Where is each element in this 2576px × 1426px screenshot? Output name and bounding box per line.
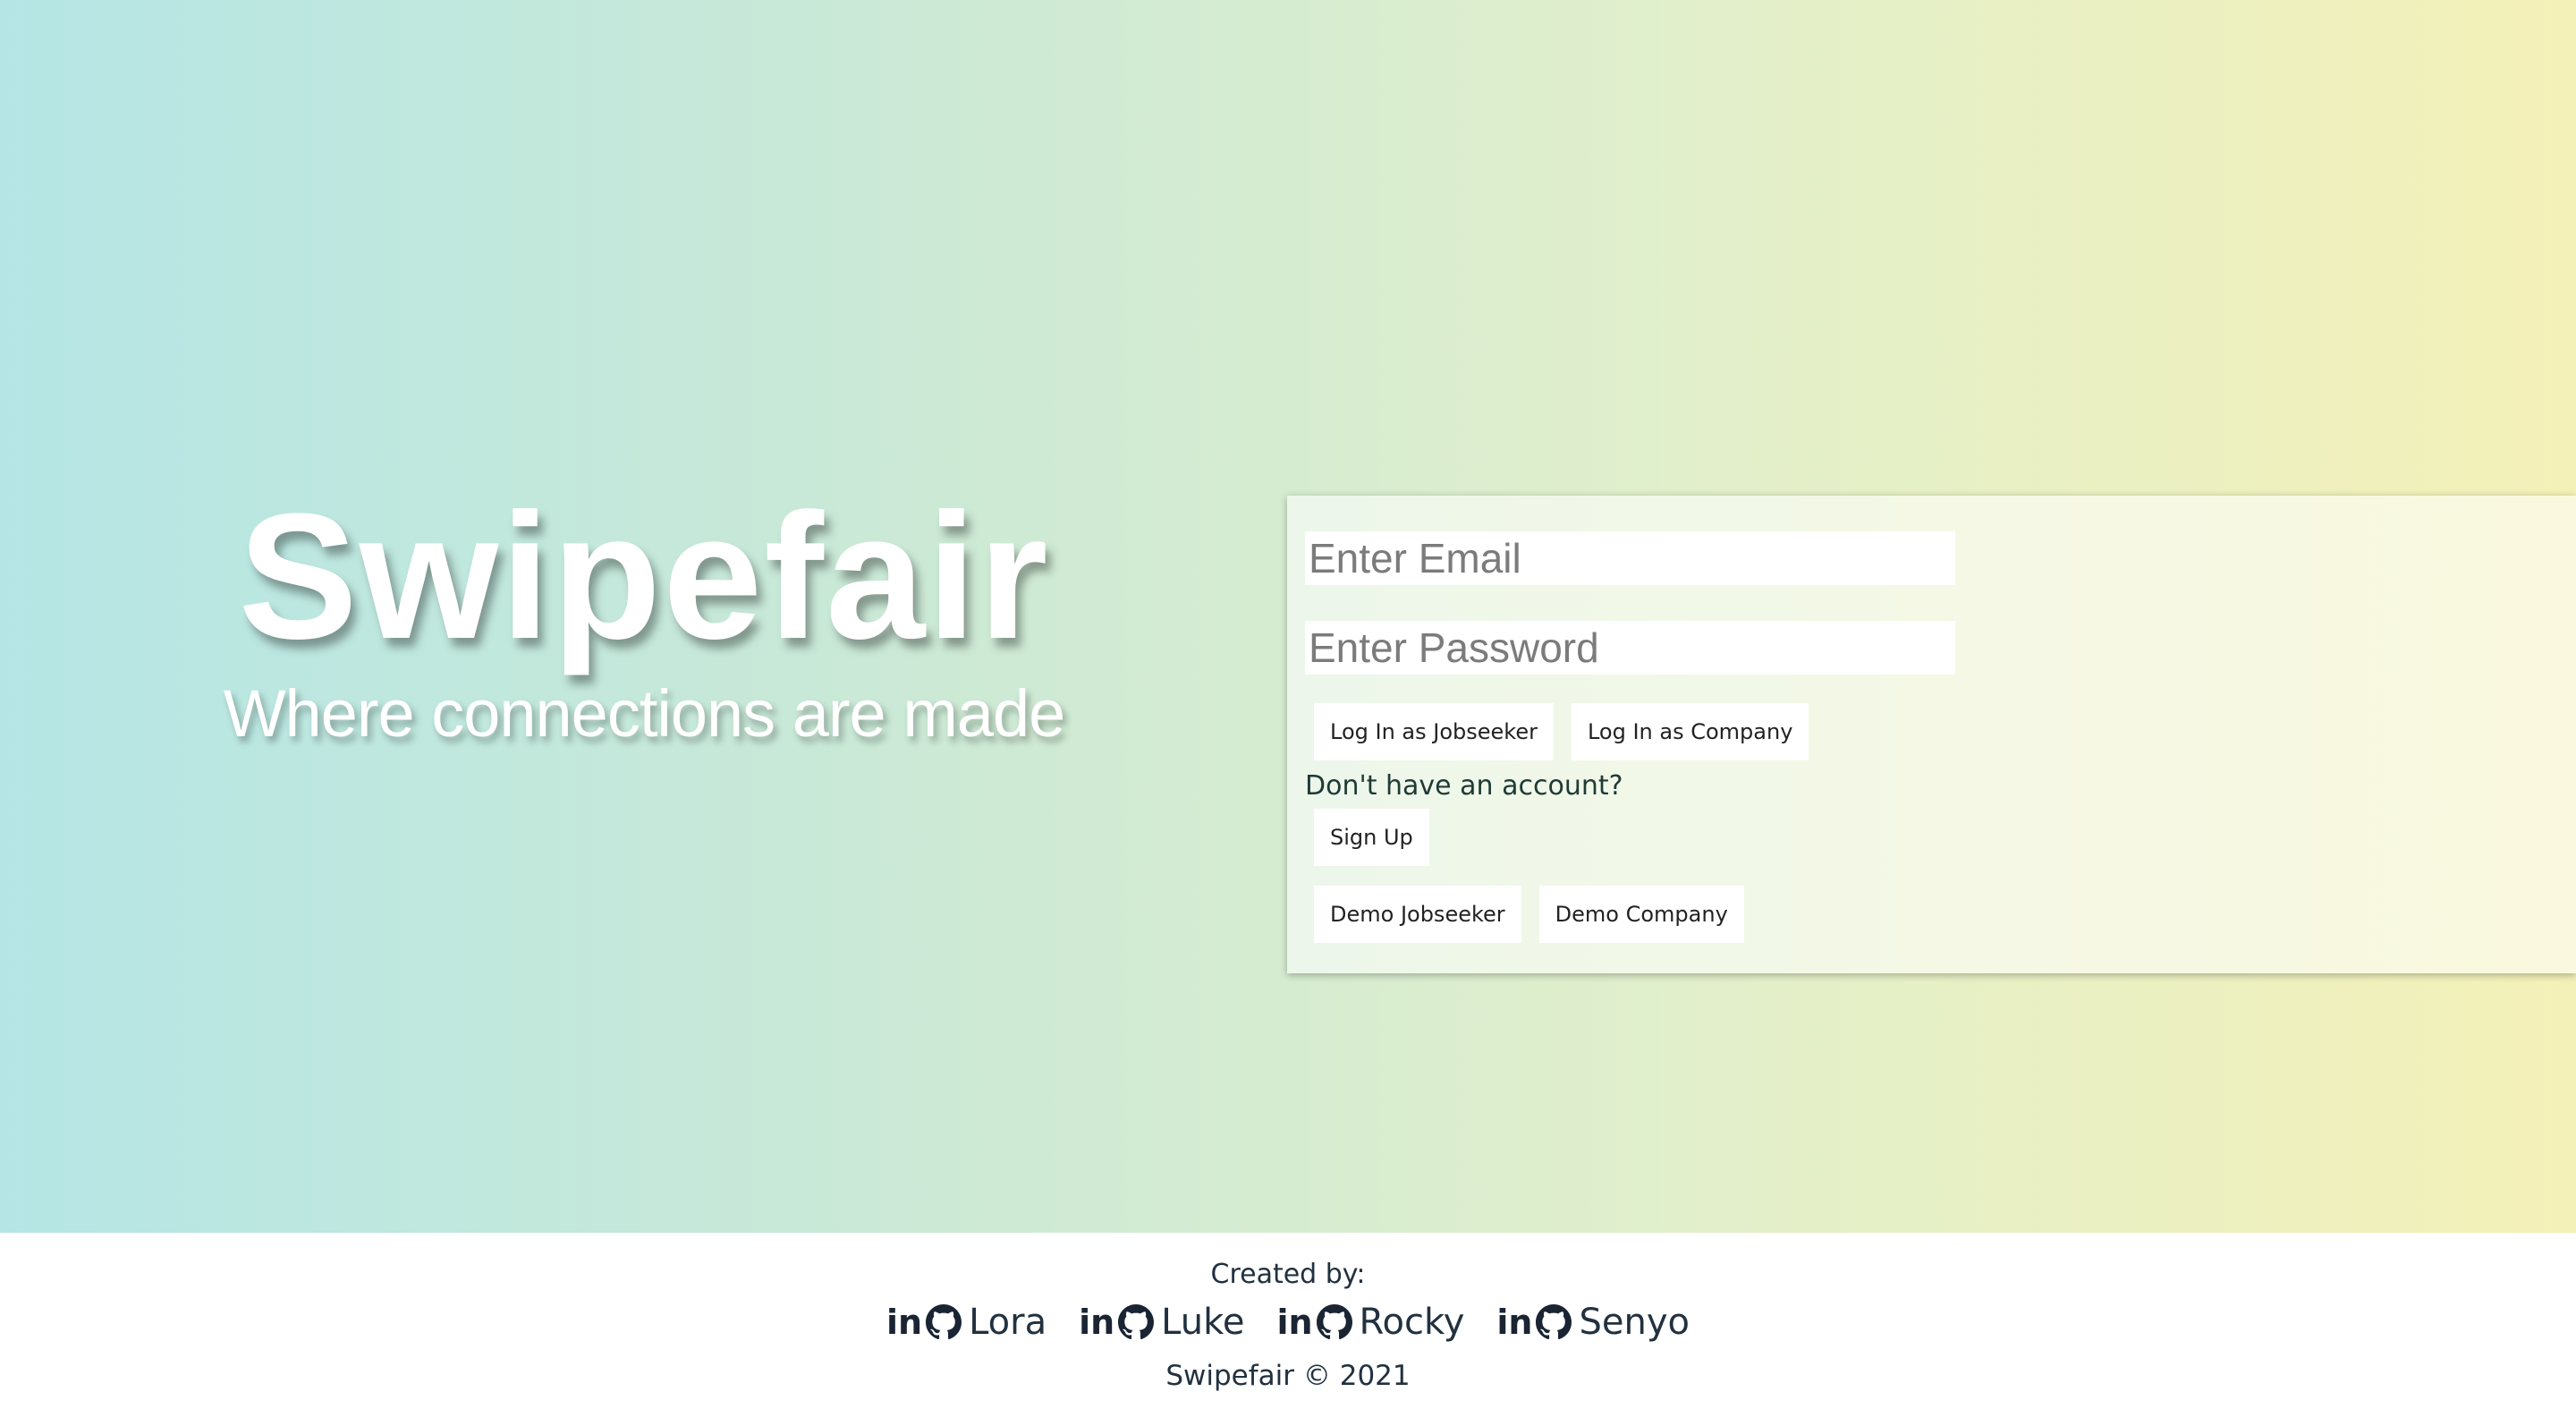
author-name: Lora [969, 1302, 1047, 1343]
author-item: in Rocky [1276, 1301, 1464, 1344]
footer: Created by: in Lora in Luke in Rocky in [0, 1233, 2576, 1426]
brand-title: Swipefair [238, 477, 1050, 676]
login-panel: Log In as Jobseeker Log In as Company Do… [1287, 496, 2576, 973]
created-by-label: Created by: [1210, 1259, 1366, 1290]
github-icon[interactable] [1536, 1304, 1572, 1340]
linkedin-icon[interactable]: in [1276, 1304, 1312, 1340]
author-item: in Luke [1079, 1301, 1244, 1344]
hero-background: Swipefair Where connections are made Log… [0, 0, 2576, 1233]
linkedin-icon[interactable]: in [1496, 1304, 1532, 1340]
linkedin-icon[interactable]: in [1079, 1304, 1114, 1340]
author-name: Luke [1161, 1302, 1245, 1343]
demo-company-button[interactable]: Demo Company [1538, 886, 1744, 943]
login-button-row: Log In as Jobseeker Log In as Company [1305, 703, 2558, 760]
author-name: Rocky [1359, 1302, 1465, 1343]
demo-jobseeker-button[interactable]: Demo Jobseeker [1314, 886, 1521, 943]
github-icon[interactable] [1118, 1304, 1155, 1340]
email-input[interactable] [1305, 531, 1955, 585]
author-item: in Lora [886, 1301, 1046, 1344]
no-account-text: Don't have an account? [1305, 770, 1623, 802]
copyright-text: Swipefair © 2021 [1165, 1360, 1411, 1392]
github-icon[interactable] [926, 1304, 962, 1340]
author-name: Senyo [1579, 1302, 1690, 1343]
brand-tagline: Where connections are made [223, 676, 1066, 751]
login-company-button[interactable]: Log In as Company [1571, 703, 1809, 760]
github-icon[interactable] [1316, 1304, 1352, 1340]
signup-button[interactable]: Sign Up [1314, 809, 1429, 866]
password-input[interactable] [1305, 621, 1955, 675]
linkedin-icon[interactable]: in [886, 1304, 922, 1340]
demo-button-row: Demo Jobseeker Demo Company [1305, 886, 2558, 943]
author-list: in Lora in Luke in Rocky in Senyo [0, 1295, 2576, 1349]
author-item: in Senyo [1496, 1301, 1690, 1344]
brand-block: Swipefair Where connections are made [89, 474, 1199, 753]
signup-button-row: Sign Up [1305, 809, 2558, 866]
login-jobseeker-button[interactable]: Log In as Jobseeker [1314, 703, 1554, 760]
